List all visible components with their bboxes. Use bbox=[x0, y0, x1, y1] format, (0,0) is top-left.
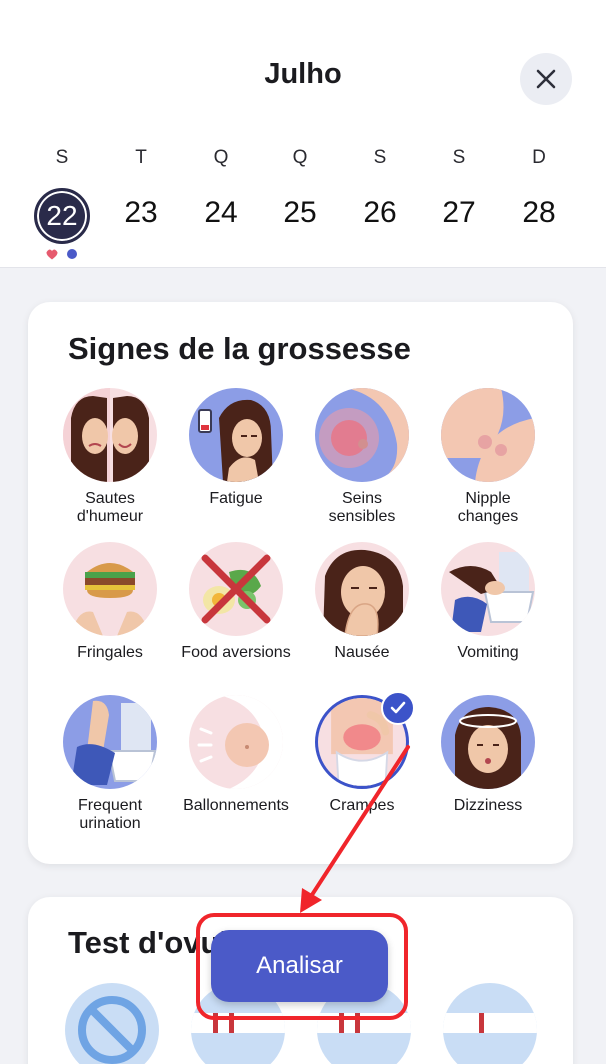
symptom-label: Ballonnements bbox=[183, 797, 289, 814]
symptom-label: Fatigue bbox=[209, 490, 263, 507]
month-title: Julho bbox=[264, 58, 342, 90]
frequent-urination-icon bbox=[63, 695, 157, 789]
nipple-changes-icon bbox=[441, 388, 535, 482]
day-number[interactable]: 24 bbox=[191, 196, 251, 230]
day-number[interactable]: 26 bbox=[350, 196, 410, 230]
weekday-label: D bbox=[532, 147, 546, 168]
symptom-mood-swings[interactable]: Sautes d'humeur bbox=[50, 388, 170, 526]
symptom-label: Nausée bbox=[334, 644, 390, 661]
symptom-fatigue[interactable]: Fatigue bbox=[176, 388, 296, 508]
dizziness-icon bbox=[441, 695, 535, 789]
day-number[interactable]: 23 bbox=[111, 196, 171, 230]
vomiting-icon bbox=[441, 542, 535, 636]
symptom-label: Crampes bbox=[329, 797, 395, 814]
weekday-label: Q bbox=[213, 147, 229, 168]
close-button[interactable] bbox=[520, 53, 572, 105]
check-icon bbox=[381, 691, 415, 725]
symptom-label: Fringales bbox=[77, 644, 143, 661]
weekday-label: S bbox=[373, 147, 387, 168]
mood-swings-icon bbox=[63, 388, 157, 482]
symptom-vomiting[interactable]: Vomiting bbox=[428, 542, 548, 662]
heart-icon bbox=[46, 249, 58, 260]
calendar-header: Julho S T Q Q S S D 22 23 24 25 26 27 28 bbox=[0, 0, 606, 268]
symptom-label: Vomiting bbox=[457, 644, 519, 661]
symptom-label: Food aversions bbox=[181, 644, 291, 661]
day-selected[interactable]: 22 bbox=[34, 188, 90, 244]
day-number[interactable]: 27 bbox=[429, 196, 489, 230]
dot-icon bbox=[67, 249, 77, 259]
day-number[interactable]: 28 bbox=[509, 196, 569, 230]
tender-breasts-icon bbox=[315, 388, 409, 482]
symptom-label: Frequent urination bbox=[77, 797, 143, 832]
pregnancy-signs-card: Signes de la grossesse Sautes d'humeur F… bbox=[28, 302, 573, 864]
symptom-label: Dizziness bbox=[453, 797, 523, 814]
close-icon bbox=[536, 69, 556, 89]
food-aversions-icon bbox=[189, 542, 283, 636]
nausea-icon bbox=[315, 542, 409, 636]
symptom-bloating[interactable]: Ballonnements bbox=[176, 695, 296, 815]
card-title: Signes de la grossesse bbox=[68, 331, 411, 366]
test-strip-icon bbox=[443, 1013, 537, 1033]
symptom-tender-breasts[interactable]: Seins sensibles bbox=[302, 388, 422, 526]
weekday-label: T bbox=[135, 147, 147, 168]
symptom-cramps[interactable]: Crampes bbox=[302, 691, 422, 815]
symptom-nipple-changes[interactable]: Nipple changes bbox=[428, 388, 548, 526]
symptom-dizziness[interactable]: Dizziness bbox=[428, 695, 548, 815]
cravings-icon bbox=[63, 542, 157, 636]
no-test-option[interactable] bbox=[65, 983, 159, 1064]
symptom-food-aversions[interactable]: Food aversions bbox=[176, 542, 296, 662]
fatigue-icon bbox=[189, 388, 283, 482]
symptom-nausea[interactable]: Nausée bbox=[302, 542, 422, 662]
symptom-label: Seins sensibles bbox=[328, 490, 396, 525]
symptom-label: Nipple changes bbox=[457, 490, 519, 525]
day-number[interactable]: 25 bbox=[270, 196, 330, 230]
test-option[interactable] bbox=[443, 983, 537, 1064]
weekday-label: S bbox=[452, 147, 466, 168]
annotation-highlight-box bbox=[196, 913, 408, 1020]
symptom-label: Sautes d'humeur bbox=[76, 490, 144, 525]
symptom-cravings[interactable]: Fringales bbox=[50, 542, 170, 662]
weekday-label: S bbox=[55, 147, 69, 168]
symptom-frequent-urination[interactable]: Frequent urination bbox=[50, 695, 170, 833]
no-entry-icon bbox=[78, 996, 146, 1064]
bloating-icon bbox=[189, 695, 283, 789]
weekday-label: Q bbox=[292, 147, 308, 168]
